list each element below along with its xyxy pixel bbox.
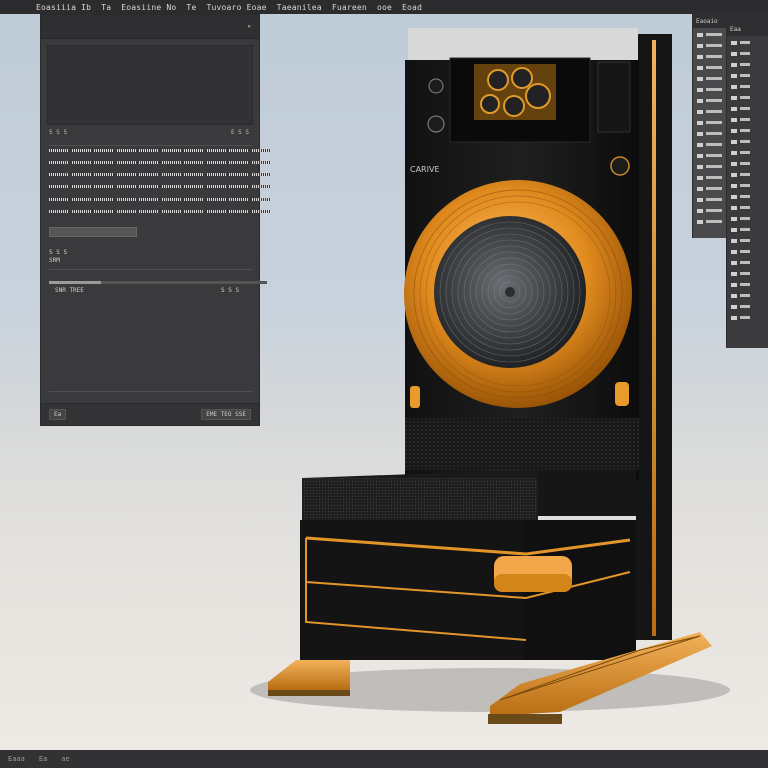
foot-left: [268, 660, 350, 690]
foot-left-shadow: [268, 690, 350, 696]
gold-accent: [615, 382, 629, 406]
status-text: Eaaa: [8, 755, 25, 763]
lower-grille: [405, 418, 639, 470]
cone-center: [505, 287, 515, 297]
pillar-gold-trim: [652, 40, 656, 636]
gold-accent: [410, 386, 420, 408]
status-bar: Eaaa Ea ae: [0, 750, 768, 768]
side-knob-icon: [428, 78, 444, 94]
dial-icon: [610, 156, 630, 176]
status-panel: [597, 61, 631, 133]
brand-label: CARIVE: [410, 165, 440, 174]
shelf-mesh: [302, 478, 538, 524]
shelf-mesh-side: [538, 470, 636, 516]
status-text: ae: [61, 755, 70, 763]
foot-right-shadow: [488, 714, 562, 724]
speaker-device-render: CARIVE: [250, 28, 730, 724]
drawer-handle-shade: [494, 574, 572, 592]
side-knob-icon: [427, 115, 445, 133]
status-text: Ea: [38, 755, 48, 763]
